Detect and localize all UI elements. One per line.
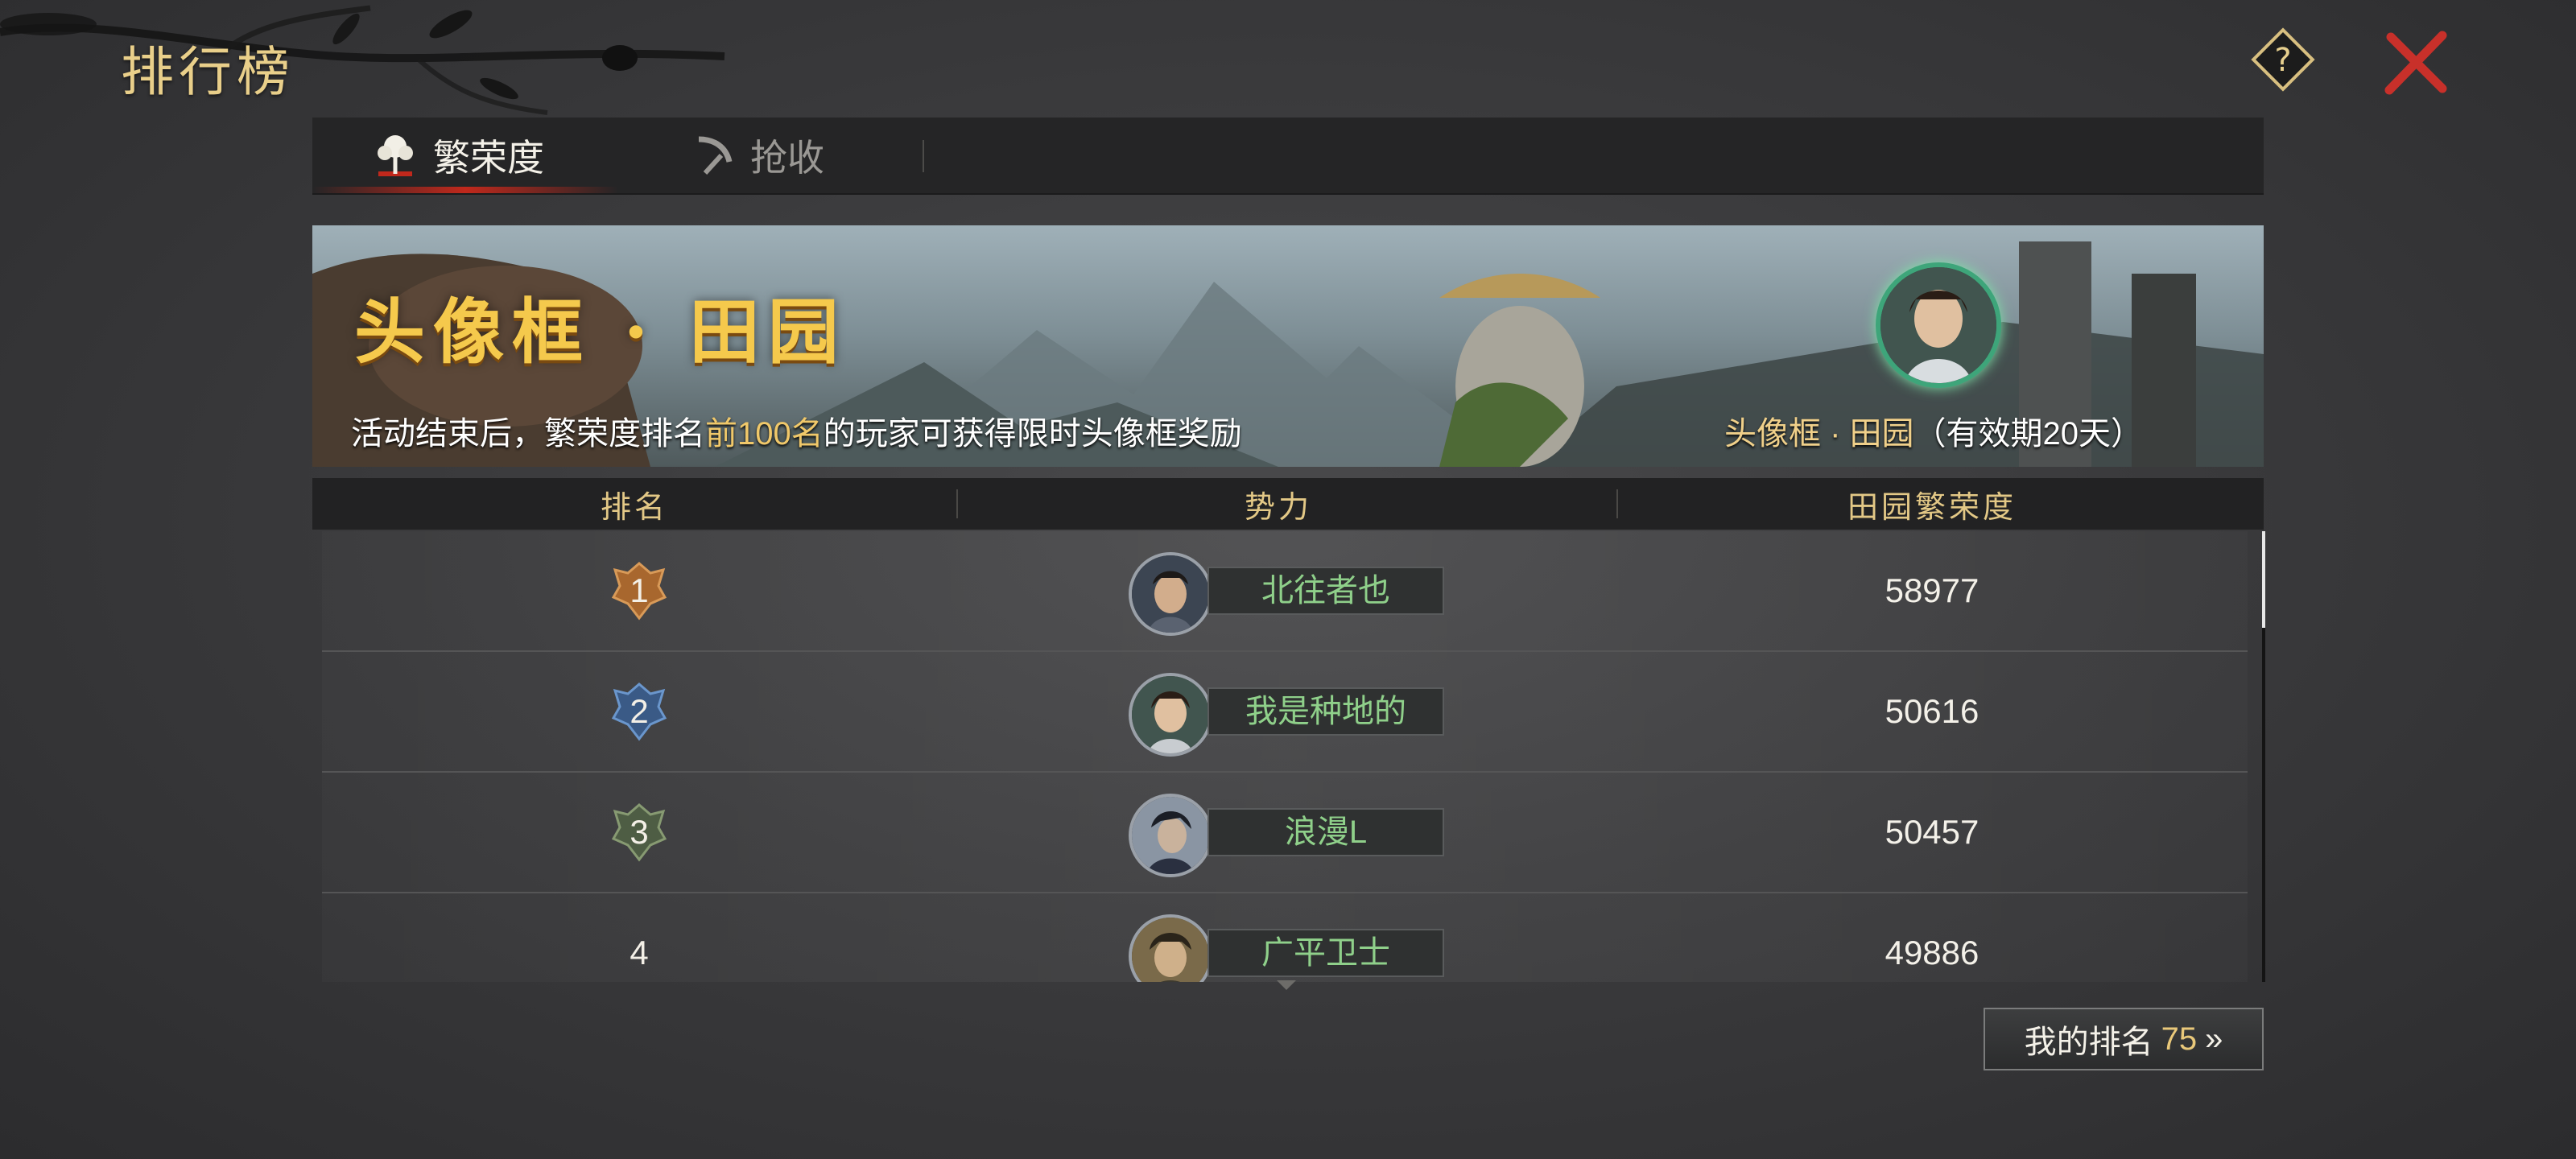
tab-divider — [923, 140, 924, 172]
player-name[interactable]: 广平卫士 — [1208, 929, 1444, 977]
ranking-table-header: 排名 势力 田园繁荣度 — [312, 478, 2264, 530]
tab-harvest[interactable]: 抢收 — [691, 118, 824, 193]
column-rank: 排名 — [600, 490, 668, 525]
prosperity-score: 50457 — [1885, 813, 1979, 851]
table-row[interactable]: 2 我是种地的 50616 — [322, 652, 2248, 773]
column-prosperity: 田园繁荣度 — [1847, 490, 2017, 525]
avatar[interactable] — [1129, 552, 1212, 636]
reward-avatar-frame[interactable] — [1876, 262, 2001, 388]
my-rank-button[interactable]: 我的排名 75 » — [1984, 1008, 2264, 1070]
column-force: 势力 — [1244, 490, 1312, 525]
banner-title: 头像框 · 田园 — [354, 290, 847, 373]
help-button[interactable]: ? — [2249, 26, 2317, 93]
rank-number: 3 — [630, 813, 649, 851]
player-name[interactable]: 浪漫L — [1208, 808, 1444, 856]
table-row[interactable]: 3 浪漫L 50457 — [322, 773, 2248, 893]
portrait-icon — [1880, 267, 1996, 383]
page-title: 排行榜 — [121, 41, 295, 103]
avatar[interactable] — [1129, 673, 1212, 757]
tab-prosperity[interactable]: 繁荣度 — [369, 118, 544, 193]
tab-harvest-label: 抢收 — [750, 137, 824, 179]
double-chevron-right-icon: » — [2205, 1021, 2223, 1057]
banner-desc-highlight: 前100名 — [705, 416, 824, 452]
rank-number: 4 — [630, 934, 649, 971]
tab-prosperity-label: 繁荣度 — [433, 137, 544, 179]
avatar[interactable] — [1129, 914, 1212, 982]
player-name[interactable]: 我是种地的 — [1208, 687, 1444, 736]
sickle-icon — [698, 136, 733, 175]
player-portrait-icon — [1132, 797, 1209, 874]
scroll-thumb[interactable] — [2262, 531, 2265, 628]
reward-validity: （有效期20天） — [1913, 416, 2144, 452]
banner-desc-prefix: 活动结束后，繁荣度排名 — [351, 416, 705, 452]
prosperity-score: 49886 — [1885, 934, 1979, 971]
my-rank-value: 75 — [2161, 1021, 2198, 1057]
prosperity-score: 50616 — [1885, 692, 1979, 730]
player-portrait-icon — [1132, 918, 1209, 982]
banner-desc-suffix: 的玩家可获得限时头像框奖励 — [823, 416, 1242, 452]
rank-number: 1 — [630, 571, 649, 609]
prosperity-score: 58977 — [1885, 571, 1979, 609]
active-tab-indicator — [312, 187, 618, 193]
chevron-down-icon — [1277, 980, 1296, 990]
player-portrait-icon — [1132, 555, 1209, 633]
banner-description: 活动结束后，繁荣度排名前100名的玩家可获得限时头像框奖励 — [351, 407, 1242, 454]
ranking-scrollbar[interactable] — [2262, 531, 2265, 982]
table-row[interactable]: 4 广平卫士 49886 — [322, 893, 2248, 982]
close-button[interactable] — [2383, 29, 2450, 97]
tab-bar: 繁荣度 抢收 — [312, 118, 2264, 195]
player-name[interactable]: 北往者也 — [1208, 567, 1444, 615]
prosperity-tree-icon — [378, 135, 413, 176]
reward-name: 头像框 · 田园 — [1724, 416, 1914, 452]
reward-info: 头像框 · 田园（有效期20天） — [1724, 407, 2143, 454]
table-row[interactable]: 1 北往者也 58977 — [322, 531, 2248, 652]
rank-number: 2 — [630, 692, 649, 730]
close-icon — [2384, 31, 2447, 95]
my-rank-label: 我的排名 — [2024, 1025, 2153, 1060]
question-mark-icon: ? — [2274, 42, 2291, 79]
player-portrait-icon — [1132, 676, 1209, 753]
avatar[interactable] — [1129, 794, 1212, 877]
ranking-list[interactable]: 1 北往者也 58977 2 我是种地的 50616 3 浪漫L 50457 4… — [312, 531, 2264, 982]
